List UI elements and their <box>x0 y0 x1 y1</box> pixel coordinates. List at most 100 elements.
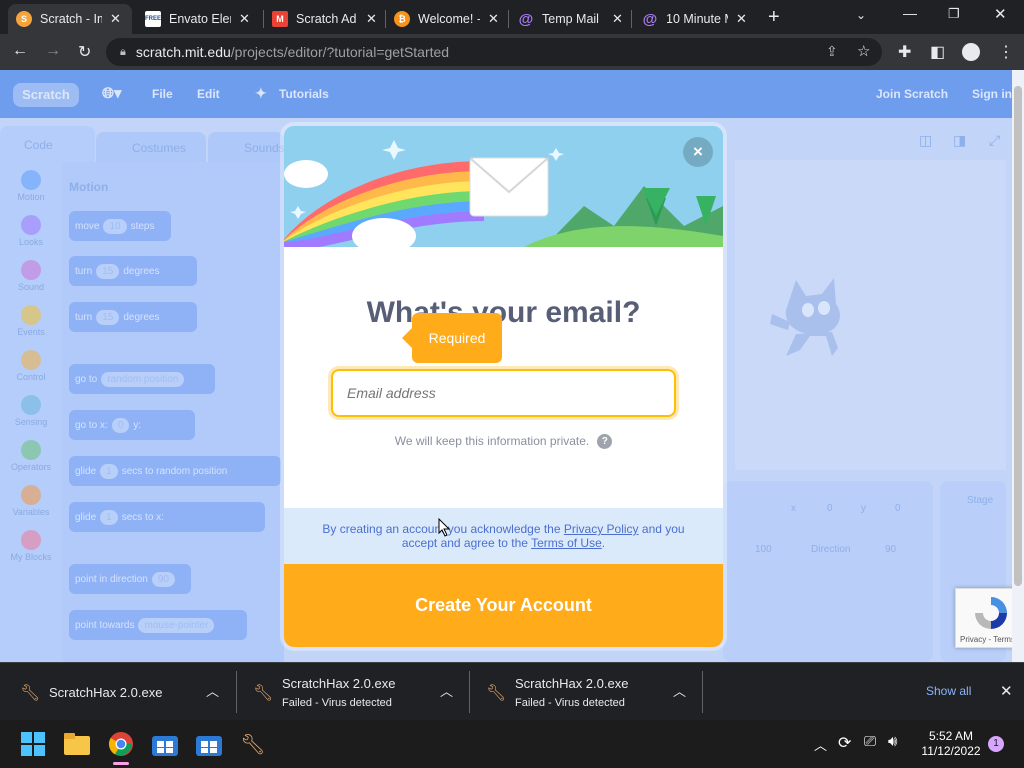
back-icon[interactable]: ← <box>12 42 28 60</box>
tab-10-minute-mail[interactable]: @ 10 Minute M ✕ <box>634 4 758 34</box>
microsoft-store-icon[interactable] <box>195 730 223 758</box>
address-bar[interactable]: 🔒︎ scratch.mit.edu/projects/editor/?tuto… <box>106 38 882 66</box>
tray-chevron-up-icon[interactable]: ︿ <box>814 735 827 754</box>
close-tab-icon[interactable]: ✕ <box>239 11 250 27</box>
category-my-blocks[interactable]: My Blocks <box>8 530 54 562</box>
scrollbar-thumb[interactable] <box>1014 86 1022 586</box>
close-tab-icon[interactable]: ✕ <box>110 11 121 27</box>
motion-block[interactable]: point towards mouse-pointer <box>69 610 247 640</box>
block-input[interactable]: mouse-pointer <box>138 617 215 633</box>
language-globe-icon[interactable]: 🌐︎▾ <box>102 84 122 102</box>
category-looks[interactable]: Looks <box>8 215 54 247</box>
join-scratch-link[interactable]: Join Scratch <box>876 87 948 101</box>
size-value[interactable]: 100 <box>755 544 772 555</box>
download-item[interactable]: 🔧︎ ScratchHax 2.0.exe ︿ <box>0 663 236 721</box>
microsoft-store-icon[interactable] <box>151 730 179 758</box>
forward-icon[interactable]: → <box>45 42 61 60</box>
close-tab-icon[interactable]: ✕ <box>736 11 747 27</box>
category-control[interactable]: Control <box>8 350 54 382</box>
block-input[interactable]: 1 <box>100 463 118 479</box>
chevron-up-icon[interactable]: ︿ <box>206 681 219 700</box>
side-panel-icon[interactable]: ◧ <box>930 42 945 62</box>
block-input[interactable]: 15 <box>96 263 120 279</box>
tab-welcome[interactable]: ₿ Welcome! - ✕ <box>386 4 510 34</box>
network-icon[interactable]: ⎚ <box>864 733 876 750</box>
minimize-window-icon[interactable]: — <box>903 5 917 21</box>
download-item[interactable]: 🔧︎ ScratchHax 2.0.exe Failed - Virus det… <box>470 663 702 721</box>
edit-menu[interactable]: Edit <box>197 87 220 101</box>
category-events[interactable]: Events <box>8 305 54 337</box>
close-tab-icon[interactable]: ✕ <box>488 11 499 27</box>
scratch-logo[interactable]: Scratch <box>13 83 79 107</box>
chrome-icon[interactable] <box>107 730 135 765</box>
new-tab-button[interactable]: + <box>768 6 780 29</box>
tutorials-menu[interactable]: Tutorials <box>279 87 329 101</box>
close-modal-button[interactable]: × <box>683 137 713 167</box>
volume-icon[interactable]: 🔊︎ <box>888 733 897 750</box>
fullscreen-icon[interactable]: ⤢ <box>989 132 1000 149</box>
motion-block[interactable]: glide 1 secs to x: <box>69 502 265 532</box>
notification-badge[interactable]: 1 <box>988 736 1004 752</box>
show-all-downloads-link[interactable]: Show all <box>926 684 971 698</box>
tab-scratch[interactable]: S Scratch - Im ✕ <box>8 4 132 34</box>
tab-gmail[interactable]: M Scratch Ad ✕ <box>264 4 388 34</box>
block-input[interactable]: 0 <box>111 417 130 433</box>
motion-block[interactable]: glide 1 secs to random position <box>69 456 281 486</box>
profile-avatar-icon[interactable] <box>962 43 980 61</box>
chevron-up-icon[interactable]: ︿ <box>440 681 453 700</box>
close-tab-icon[interactable]: ✕ <box>366 11 377 27</box>
category-operators[interactable]: Operators <box>8 440 54 472</box>
tab-sounds[interactable]: Sounds <box>208 132 285 162</box>
chevron-up-icon[interactable]: ︿ <box>673 681 686 700</box>
block-input[interactable]: 1 <box>100 509 118 525</box>
terms-of-use-link[interactable]: Terms of Use <box>531 536 602 550</box>
wrench-app-icon[interactable]: 🔧︎ <box>239 730 267 758</box>
recaptcha-text[interactable]: Privacy - Terms <box>960 635 1015 644</box>
category-variables[interactable]: Variables <box>8 485 54 517</box>
sign-in-link[interactable]: Sign in <box>972 87 1012 101</box>
category-sound[interactable]: Sound <box>8 260 54 292</box>
block-input[interactable]: 15 <box>96 309 120 325</box>
direction-value[interactable]: 90 <box>885 544 896 555</box>
sync-alert-icon[interactable]: ⟳ <box>838 733 851 753</box>
motion-block[interactable]: turn 15 degrees <box>69 256 197 286</box>
close-shelf-icon[interactable]: ✕ <box>1000 682 1013 700</box>
windows-start-icon[interactable] <box>19 730 47 758</box>
close-window-icon[interactable]: ✕ <box>994 5 1007 23</box>
motion-block[interactable]: turn 15 degrees <box>69 302 197 332</box>
help-icon[interactable]: ? <box>597 434 613 450</box>
block-input[interactable]: 90 <box>151 571 175 587</box>
file-menu[interactable]: File <box>152 87 173 101</box>
email-field[interactable] <box>331 369 676 417</box>
privacy-policy-link[interactable]: Privacy Policy <box>564 522 639 536</box>
vertical-scrollbar[interactable] <box>1012 70 1024 662</box>
bookmark-star-icon[interactable]: ☆ <box>857 42 870 60</box>
motion-block[interactable]: go to x: 0 y: <box>69 410 195 440</box>
system-clock[interactable]: 5:52 AM 11/12/2022 <box>912 729 990 759</box>
menu-kebab-icon[interactable]: ⋮ <box>998 42 1014 62</box>
category-motion[interactable]: Motion <box>8 170 54 202</box>
create-account-button[interactable]: Create Your Account <box>284 564 723 647</box>
tab-code[interactable]: Code <box>0 126 95 162</box>
y-value[interactable]: 0 <box>895 503 901 514</box>
share-icon[interactable]: ⇪ <box>826 43 838 60</box>
x-value[interactable]: 0 <box>827 503 833 514</box>
tab-envato[interactable]: FREE Envato Elem ✕ <box>137 4 261 34</box>
restore-window-icon[interactable]: ❐ <box>948 6 960 22</box>
small-stage-icon[interactable]: ◫ <box>919 132 932 149</box>
motion-block[interactable]: go to random position <box>69 364 215 394</box>
tab-temp-mail[interactable]: @ Temp Mail ✕ <box>510 4 634 34</box>
extensions-icon[interactable]: ✚ <box>898 42 911 62</box>
block-input[interactable]: random position <box>101 371 185 387</box>
tab-costumes[interactable]: Costumes <box>96 132 206 162</box>
download-item[interactable]: 🔧︎ ScratchHax 2.0.exe Failed - Virus det… <box>237 663 469 721</box>
motion-block[interactable]: move 10 steps <box>69 211 171 241</box>
close-tab-icon[interactable]: ✕ <box>612 11 623 27</box>
block-input[interactable]: 10 <box>103 218 127 234</box>
motion-block[interactable]: point in direction 90 <box>69 564 191 594</box>
tab-search-icon[interactable]: ⌄ <box>856 8 866 22</box>
normal-stage-icon[interactable]: ◨ <box>953 132 966 149</box>
reload-icon[interactable]: ↻ <box>78 42 91 62</box>
file-explorer-icon[interactable] <box>63 730 91 758</box>
category-sensing[interactable]: Sensing <box>8 395 54 427</box>
